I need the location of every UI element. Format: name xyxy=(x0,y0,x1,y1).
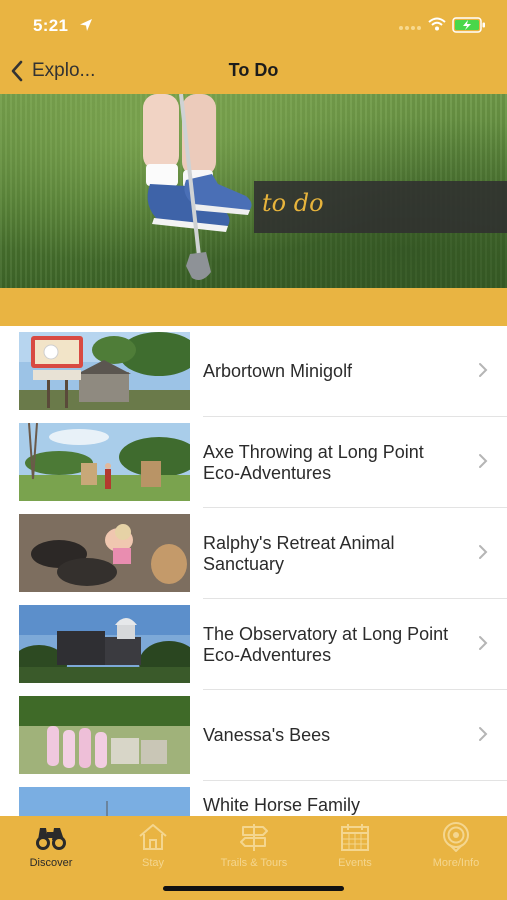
back-button[interactable]: Explo... xyxy=(10,58,95,84)
navigation-bar: Explo... To Do xyxy=(0,48,507,94)
chevron-right-icon xyxy=(479,636,488,650)
list-item-title: Arbortown Minigolf xyxy=(203,361,353,381)
chevron-right-icon xyxy=(479,363,488,377)
tab-label: Discover xyxy=(29,857,73,869)
calendar-icon xyxy=(341,824,369,851)
list-item[interactable]: Arbortown Minigolf xyxy=(0,326,507,417)
binoculars-icon xyxy=(36,828,66,850)
chevron-right-icon xyxy=(479,727,488,741)
hero-label-panel: to do xyxy=(254,181,507,233)
list-item-thumbnail xyxy=(19,332,190,410)
chevron-right-icon xyxy=(479,454,488,468)
tab-label: More/Info xyxy=(432,857,480,869)
list-item[interactable]: White Horse Family xyxy=(0,781,507,816)
hero-image: to do xyxy=(0,94,507,288)
activity-list: Arbortown Minigolf Axe Throwing at Long … xyxy=(0,326,507,816)
list-item-thumbnail xyxy=(19,423,190,501)
tab-more-info[interactable]: More/Info xyxy=(406,822,506,878)
list-item-thumbnail xyxy=(19,605,190,683)
list-item[interactable]: The Observatory at Long Point Eco-Advent… xyxy=(0,599,507,690)
chevron-right-icon xyxy=(479,545,488,559)
back-label: Explo... xyxy=(32,60,96,81)
signpost-icon xyxy=(240,824,268,851)
chevron-left-icon xyxy=(11,60,23,82)
header-divider-strip xyxy=(0,288,507,326)
house-icon xyxy=(139,824,167,850)
tab-events[interactable]: Events xyxy=(305,822,405,878)
tab-label: Events xyxy=(338,857,372,869)
list-item-title: White Horse Family xyxy=(203,795,361,815)
tab-stay[interactable]: Stay xyxy=(103,822,203,878)
status-time: 5:21 xyxy=(33,16,69,35)
home-indicator[interactable] xyxy=(163,886,344,891)
wifi-icon xyxy=(428,17,446,31)
tab-trails-tours[interactable]: Trails & Tours xyxy=(204,822,304,878)
list-item-title: The Observatory at Long Point Eco-Advent… xyxy=(203,623,449,665)
status-bar: 5:21 xyxy=(0,0,507,48)
list-item[interactable]: Axe Throwing at Long Point Eco-Adventure… xyxy=(0,417,507,508)
tab-label: Stay xyxy=(141,857,164,869)
list-item-thumbnail xyxy=(19,514,190,592)
location-arrow-icon xyxy=(80,19,92,31)
tab-discover[interactable]: Discover xyxy=(1,822,101,878)
hero-label-text: to do xyxy=(262,189,324,217)
list-item[interactable]: Vanessa's Bees xyxy=(0,690,507,781)
list-item-title: Axe Throwing at Long Point Eco-Adventure… xyxy=(203,441,424,483)
list-item-title: Vanessa's Bees xyxy=(203,725,331,745)
list-item-thumbnail xyxy=(19,787,190,816)
signal-icon xyxy=(399,26,421,30)
list-item-title: Ralphy's Retreat Animal Sanctuary xyxy=(203,532,395,574)
info-ring-icon xyxy=(443,822,469,852)
tab-label: Trails & Tours xyxy=(220,857,288,869)
list-item[interactable]: Ralphy's Retreat Animal Sanctuary xyxy=(0,508,507,599)
battery-icon xyxy=(452,17,485,33)
list-item-thumbnail xyxy=(19,696,190,774)
